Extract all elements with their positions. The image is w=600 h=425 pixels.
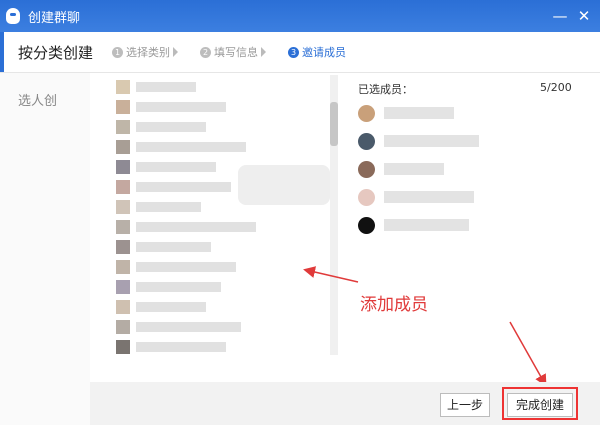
selected-member-name-placeholder — [384, 219, 469, 231]
member-avatar — [116, 140, 130, 154]
member-name-placeholder — [136, 262, 236, 272]
step-number: 2 — [200, 47, 211, 58]
selected-members-title: 已选成员： — [358, 83, 413, 96]
selected-member[interactable] — [356, 215, 566, 235]
chevron-right-icon — [261, 47, 266, 57]
member-row[interactable] — [96, 297, 326, 317]
selected-member-avatar — [358, 133, 375, 150]
member-row[interactable] — [96, 317, 326, 337]
member-name-placeholder — [136, 182, 231, 192]
sidebar — [0, 73, 90, 425]
member-name-placeholder — [136, 282, 221, 292]
sidebar-label: 选人创 — [18, 94, 58, 109]
member-avatar — [116, 280, 130, 294]
member-row[interactable] — [96, 77, 326, 97]
selected-member-avatar — [358, 217, 375, 234]
member-avatar — [116, 260, 130, 274]
active-section-indicator — [0, 32, 4, 72]
selected-member[interactable] — [356, 159, 566, 179]
member-name-placeholder — [136, 122, 206, 132]
member-name-placeholder — [136, 322, 241, 332]
member-name-placeholder — [136, 82, 196, 92]
member-list[interactable] — [96, 73, 341, 355]
window-titlebar: 创建群聊 — ✕ — [0, 0, 600, 32]
previous-step-button[interactable]: 上一步 — [440, 393, 490, 417]
member-row[interactable] — [96, 137, 326, 157]
qq-penguin-icon — [6, 8, 20, 24]
annotation-add-members: 添加成员 — [360, 295, 428, 315]
member-avatar — [116, 300, 130, 314]
member-avatar — [116, 180, 130, 194]
step-label: 选择类别 — [126, 46, 170, 59]
member-row[interactable] — [96, 117, 326, 137]
step-number: 3 — [288, 47, 299, 58]
chevron-right-icon — [173, 47, 178, 57]
member-row[interactable] — [96, 97, 326, 117]
selected-member-avatar — [358, 105, 375, 122]
selected-member-name-placeholder — [384, 135, 479, 147]
selected-member[interactable] — [356, 187, 566, 207]
member-avatar — [116, 220, 130, 234]
member-row[interactable] — [96, 237, 326, 257]
step-invite-members: 3 邀请成员 — [288, 44, 346, 60]
selected-member-name-placeholder — [384, 107, 454, 119]
member-avatar — [116, 200, 130, 214]
member-name-placeholder — [136, 202, 201, 212]
scrollbar-thumb[interactable] — [330, 102, 338, 146]
step-label: 填写信息 — [214, 46, 258, 59]
member-row[interactable] — [96, 277, 326, 297]
selected-member[interactable] — [356, 131, 566, 151]
selected-member-avatar — [358, 189, 375, 206]
arrow-to-finish-button — [509, 321, 547, 387]
selected-member-name-placeholder — [384, 163, 444, 175]
member-avatar — [116, 100, 130, 114]
member-name-placeholder — [136, 162, 216, 172]
member-avatar — [116, 80, 130, 94]
selected-member[interactable] — [356, 103, 566, 123]
member-avatar — [116, 240, 130, 254]
member-name-placeholder — [136, 242, 211, 252]
close-button[interactable]: ✕ — [574, 6, 594, 26]
step-fill-info: 2 填写信息 — [200, 44, 266, 60]
member-name-placeholder — [136, 142, 246, 152]
member-row[interactable] — [96, 337, 326, 355]
member-name-placeholder — [136, 342, 226, 352]
minimize-button[interactable]: — — [550, 6, 570, 26]
member-row[interactable] — [96, 217, 326, 237]
blurred-region — [238, 165, 330, 205]
selected-member-name-placeholder — [384, 191, 474, 203]
window-title: 创建群聊 — [28, 11, 81, 26]
member-name-placeholder — [136, 302, 206, 312]
member-avatar — [116, 340, 130, 354]
highlight-box — [502, 387, 578, 420]
selected-members-count: 5/200 — [540, 81, 572, 94]
member-avatar — [116, 160, 130, 174]
page-title: 按分类创建 — [18, 44, 94, 62]
member-name-placeholder — [136, 102, 226, 112]
member-avatar — [116, 320, 130, 334]
step-number: 1 — [112, 47, 123, 58]
member-avatar — [116, 120, 130, 134]
step-select-category: 1 选择类别 — [112, 44, 178, 60]
member-name-placeholder — [136, 222, 256, 232]
selected-member-avatar — [358, 161, 375, 178]
step-label: 邀请成员 — [302, 46, 346, 59]
member-row[interactable] — [96, 257, 326, 277]
